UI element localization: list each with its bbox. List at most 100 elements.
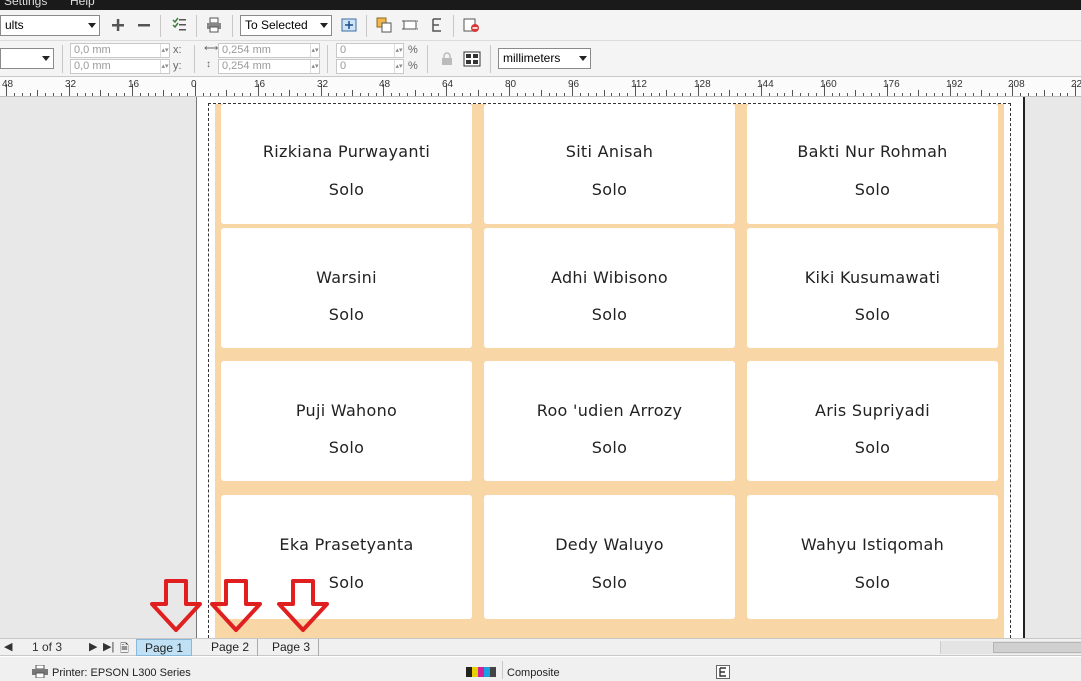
card-name: Rizkiana Purwayanti: [262, 142, 431, 161]
ruler-minor-tick: [486, 93, 487, 96]
ruler-minor-tick: [902, 93, 903, 96]
name-label-card[interactable]: Aris Supriyadi Solo: [747, 361, 998, 481]
ruler-minor-tick: [564, 93, 565, 96]
ruler-minor-tick: [533, 93, 534, 96]
ruler-minor-tick: [155, 93, 156, 96]
property-bar: 0,0 mm ▴▾ 0,0 mm ▴▾ x: y: ⟷ ↕ 0,254 mm ▴▾ 0…: [0, 41, 1081, 77]
ruler-minor-tick: [360, 93, 361, 96]
name-label-card[interactable]: Kiki Kusumawati Solo: [747, 228, 998, 348]
ruler-minor-tick: [1052, 93, 1053, 96]
add-preset-button[interactable]: [108, 15, 128, 35]
ruler-minor-tick: [124, 93, 125, 96]
ruler-minor-tick: [894, 93, 895, 96]
ruler-minor-tick: [45, 93, 46, 96]
ruler-minor-tick: [438, 93, 439, 96]
ruler-minor-tick: [1067, 93, 1068, 96]
name-label-card[interactable]: Dedy Waluyo Solo: [484, 495, 735, 619]
printer-status: Printer: EPSON L300 Series: [52, 667, 191, 679]
color-separations-button[interactable]: [374, 15, 394, 35]
ruler-minor-tick: [517, 93, 518, 96]
spinner-icon[interactable]: ▴▾: [310, 44, 319, 57]
ruler-minor-tick: [855, 90, 856, 96]
ruler-label: 16: [254, 79, 266, 90]
spinner-icon[interactable]: ▴▾: [160, 60, 169, 73]
ruler-label: 160: [820, 79, 837, 90]
page-layout-button[interactable]: [462, 49, 482, 69]
chevron-down-icon: [42, 56, 50, 61]
marks-icon: [402, 20, 418, 30]
ruler-minor-tick: [344, 93, 345, 96]
ruler-minor-tick: [328, 93, 329, 96]
name-label-card[interactable]: Puji Wahono Solo: [221, 361, 472, 481]
ruler-minor-tick: [682, 93, 683, 96]
print-toolbar: ults To Selected: [0, 10, 1081, 41]
menubar: Settings Help: [0, 0, 1081, 10]
ruler-minor-tick: [997, 93, 998, 96]
ruler-minor-tick: [352, 90, 353, 96]
fit-to-page-button[interactable]: [339, 15, 359, 35]
close-preview-button[interactable]: [461, 15, 481, 35]
ruler-minor-tick: [643, 93, 644, 96]
spinner-icon[interactable]: ▴▾: [160, 44, 169, 57]
ruler-minor-tick: [14, 93, 15, 96]
tab-page-2[interactable]: Page 2: [203, 639, 259, 656]
ruler-minor-tick: [832, 93, 833, 96]
position-x-field[interactable]: 0,0 mm ▴▾: [70, 43, 170, 58]
spinner-icon[interactable]: ▴▾: [394, 60, 403, 73]
name-label-card[interactable]: Adhi Wibisono Solo: [484, 228, 735, 348]
name-label-card[interactable]: Bakti Nur Rohmah Solo: [747, 104, 998, 224]
prev-page-icon[interactable]: ◀: [4, 640, 12, 653]
print-options-button[interactable]: [169, 15, 189, 35]
spinner-icon[interactable]: ▴▾: [394, 44, 403, 57]
emulsion-icon: [716, 665, 730, 679]
ruler-minor-tick: [926, 93, 927, 96]
ruler-minor-tick: [753, 93, 754, 96]
height-field[interactable]: 0,254 mm ▴▾: [218, 59, 320, 74]
ruler-minor-tick: [53, 93, 54, 96]
fit-page-icon: [341, 18, 357, 32]
next-page-icon[interactable]: ▶: [89, 640, 97, 653]
ruler-minor-tick: [85, 93, 86, 96]
menu-help[interactable]: Help: [70, 0, 95, 8]
height-value: 0,254 mm: [222, 60, 271, 72]
position-y-field[interactable]: 0,0 mm ▴▾: [70, 59, 170, 74]
width-field[interactable]: 0,254 mm ▴▾: [218, 43, 320, 58]
card-city: Solo: [854, 573, 891, 592]
last-page-icon[interactable]: ▶|: [103, 640, 114, 653]
horizontal-scrollbar[interactable]: [940, 641, 1081, 654]
ruler-minor-tick: [839, 93, 840, 96]
print-scope-select[interactable]: To Selected: [240, 15, 332, 36]
name-label-card[interactable]: Siti Anisah Solo: [484, 104, 735, 224]
divider: [366, 15, 367, 37]
print-button[interactable]: [204, 15, 224, 35]
spinner-icon[interactable]: ▴▾: [310, 60, 319, 73]
ruler-label: 48: [2, 79, 14, 90]
y-label: y:: [173, 60, 182, 72]
remove-preset-button[interactable]: [134, 15, 154, 35]
marks-button[interactable]: [400, 15, 420, 35]
name-label-card[interactable]: Warsini Solo: [221, 228, 472, 348]
ruler-minor-tick: [769, 93, 770, 96]
checklist-icon: [172, 17, 186, 31]
ruler-minor-tick: [478, 90, 479, 96]
ruler-minor-tick: [234, 93, 235, 96]
name-label-card[interactable]: Roo 'udien Arrozy Solo: [484, 361, 735, 481]
preset-select[interactable]: ults: [0, 15, 100, 36]
name-label-card[interactable]: Wahyu Istiqomah Solo: [747, 495, 998, 619]
menu-settings[interactable]: Settings: [4, 0, 47, 8]
ruler-minor-tick: [265, 93, 266, 96]
tab-page-1[interactable]: Page 1: [136, 639, 193, 656]
ruler-minor-tick: [871, 93, 872, 96]
height-icon: ↕: [206, 59, 211, 70]
ruler-minor-tick: [1005, 93, 1006, 96]
emulsion-button[interactable]: [427, 15, 447, 35]
scrollbar-thumb[interactable]: [993, 642, 1081, 653]
lock-ratio-button[interactable]: [437, 49, 457, 69]
units-select[interactable]: millimeters: [498, 48, 591, 69]
tab-page-3[interactable]: Page 3: [264, 639, 320, 656]
name-label-card[interactable]: Rizkiana Purwayanti Solo: [221, 104, 472, 224]
scale-x-field[interactable]: 0 ▴▾: [336, 43, 404, 58]
object-select[interactable]: [0, 48, 54, 69]
scale-y-field[interactable]: 0 ▴▾: [336, 59, 404, 74]
card-city: Solo: [591, 180, 628, 199]
